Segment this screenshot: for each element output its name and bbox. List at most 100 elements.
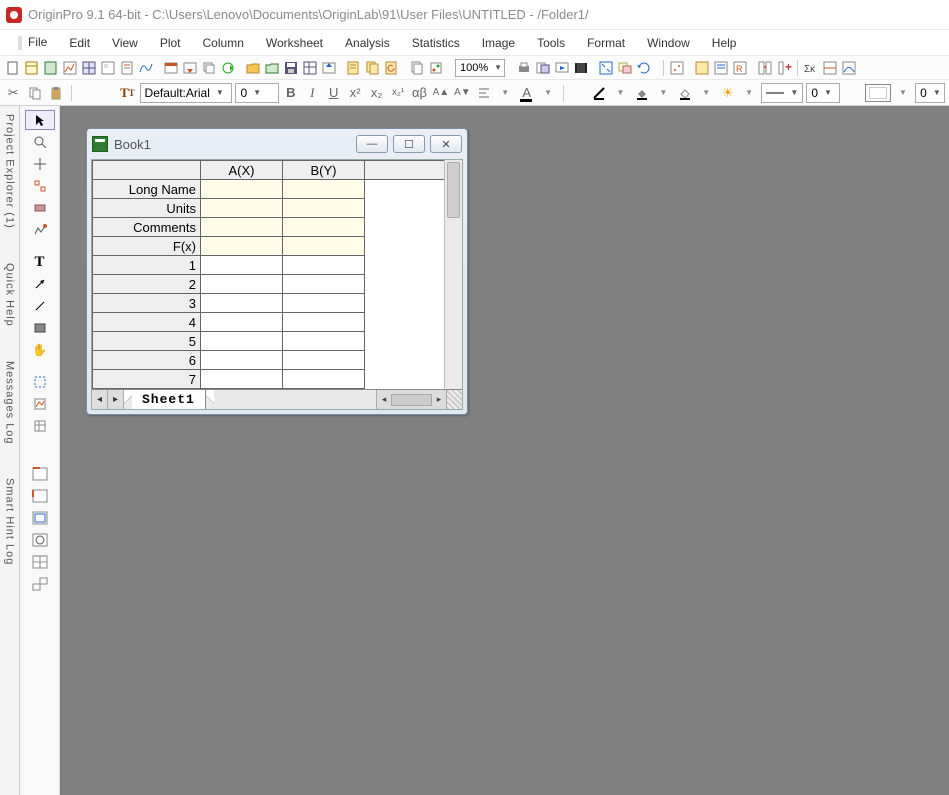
- scroll-thumb[interactable]: [447, 162, 460, 218]
- fill-color-drop-icon[interactable]: ▼: [654, 83, 672, 103]
- insert-graph-icon[interactable]: [25, 394, 55, 414]
- swatch-drop-icon[interactable]: ▼: [894, 83, 912, 103]
- menu-worksheet[interactable]: Worksheet: [256, 33, 333, 53]
- roi-tool-icon[interactable]: [25, 372, 55, 392]
- light-drop-icon[interactable]: ▼: [740, 83, 758, 103]
- new-notes-icon[interactable]: [118, 59, 136, 77]
- hscroll-left[interactable]: ◂: [377, 394, 391, 405]
- dock-messages-log[interactable]: Messages Log: [4, 357, 16, 449]
- subscript-icon[interactable]: x₂: [367, 83, 385, 103]
- menu-plot[interactable]: Plot: [150, 33, 191, 53]
- menu-tools[interactable]: Tools: [527, 33, 575, 53]
- fill-color-icon[interactable]: [633, 83, 651, 103]
- line-tool-icon[interactable]: [25, 296, 55, 316]
- supersub-icon[interactable]: x₂¹: [389, 83, 407, 103]
- print-icon[interactable]: [515, 59, 533, 77]
- rect-tool-icon[interactable]: [25, 318, 55, 338]
- row-2[interactable]: 2: [93, 275, 201, 294]
- hscroll-right[interactable]: ▸: [432, 394, 446, 405]
- menu-edit[interactable]: Edit: [59, 33, 100, 53]
- graph-tool1-icon[interactable]: [25, 464, 55, 484]
- minimize-button[interactable]: —: [356, 135, 388, 153]
- stats-icon[interactable]: Σκ: [802, 59, 820, 77]
- align-icon[interactable]: [475, 83, 493, 103]
- duplicate-icon[interactable]: [534, 59, 552, 77]
- batch-icon[interactable]: [200, 59, 218, 77]
- new-project-icon[interactable]: [4, 59, 22, 77]
- greek-icon[interactable]: αβ: [410, 83, 428, 103]
- menu-file[interactable]: File: [8, 32, 57, 53]
- zoom-tool-icon[interactable]: [25, 132, 55, 152]
- new-excel-icon[interactable]: [42, 59, 60, 77]
- color-swatch[interactable]: [865, 84, 891, 102]
- maximize-button[interactable]: ☐: [393, 135, 425, 153]
- code-builder-icon[interactable]: [693, 59, 711, 77]
- new-workbook-icon[interactable]: [23, 59, 41, 77]
- cut-icon[interactable]: ✂: [4, 83, 22, 103]
- column-header-b[interactable]: B(Y): [283, 161, 365, 180]
- align-drop-icon[interactable]: ▼: [496, 83, 514, 103]
- worksheet-grid[interactable]: A(X) B(Y) Long Name Units Comments F(x) …: [92, 160, 444, 389]
- digitizer-icon[interactable]: [668, 59, 686, 77]
- grid-corner[interactable]: [93, 161, 201, 180]
- import-multi-icon[interactable]: [364, 59, 382, 77]
- row-7[interactable]: 7: [93, 370, 201, 389]
- new-graph-icon[interactable]: [61, 59, 79, 77]
- mask-icon[interactable]: [821, 59, 839, 77]
- zoom-select[interactable]: 100%▼: [455, 59, 505, 77]
- import-single-icon[interactable]: [345, 59, 363, 77]
- copy-icon[interactable]: [25, 83, 43, 103]
- save-template-icon[interactable]: [181, 59, 199, 77]
- row-5[interactable]: 5: [93, 332, 201, 351]
- line-color-drop-icon[interactable]: ▼: [611, 83, 629, 103]
- menu-image[interactable]: Image: [472, 33, 525, 53]
- open-icon[interactable]: [244, 59, 262, 77]
- rescale-icon[interactable]: [597, 59, 615, 77]
- row-units[interactable]: Units: [93, 199, 201, 218]
- font-size-select[interactable]: 0▼: [235, 83, 278, 103]
- bold-icon[interactable]: B: [282, 83, 300, 103]
- function-plot-icon[interactable]: [137, 59, 155, 77]
- row-comments[interactable]: Comments: [93, 218, 201, 237]
- row-fx[interactable]: F(x): [93, 237, 201, 256]
- pattern-icon[interactable]: [676, 83, 694, 103]
- line-style-select[interactable]: ▼: [761, 83, 803, 103]
- save-all-icon[interactable]: [301, 59, 319, 77]
- row-6[interactable]: 6: [93, 351, 201, 370]
- row-longname[interactable]: Long Name: [93, 180, 201, 199]
- transfer-icon[interactable]: [756, 59, 774, 77]
- graph-tool4-icon[interactable]: [25, 530, 55, 550]
- add-layer-icon[interactable]: [616, 59, 634, 77]
- font-color-drop-icon[interactable]: ▼: [539, 83, 557, 103]
- graph-tool2-icon[interactable]: [25, 486, 55, 506]
- slideshow-icon[interactable]: [553, 59, 571, 77]
- dock-project-explorer[interactable]: Project Explorer (1): [4, 110, 16, 233]
- graph-tool6-icon[interactable]: [25, 574, 55, 594]
- resize-grip[interactable]: [446, 390, 462, 409]
- increase-font-icon[interactable]: A▲: [432, 83, 450, 103]
- mask-tool-icon[interactable]: [25, 198, 55, 218]
- italic-icon[interactable]: I: [303, 83, 321, 103]
- menu-view[interactable]: View: [102, 33, 148, 53]
- graph-tool5-icon[interactable]: [25, 552, 55, 572]
- new-layout-icon[interactable]: [99, 59, 117, 77]
- sheet-tab[interactable]: Sheet1: [132, 390, 206, 409]
- light-icon[interactable]: ☀: [718, 83, 736, 103]
- workbook-window[interactable]: Book1 — ☐ ✕ A(X) B(Y): [86, 128, 468, 415]
- dock-smart-hint[interactable]: Smart Hint Log: [4, 474, 16, 569]
- add-column-icon[interactable]: +: [775, 59, 793, 77]
- menu-format[interactable]: Format: [577, 33, 635, 53]
- new-matrix-icon[interactable]: [80, 59, 98, 77]
- line-color-icon[interactable]: [590, 83, 608, 103]
- graph-tool3-icon[interactable]: [25, 508, 55, 528]
- swatch-width-select[interactable]: 0▼: [915, 83, 945, 103]
- paste-icon[interactable]: [47, 83, 65, 103]
- data-selector-icon[interactable]: [25, 176, 55, 196]
- fit-icon[interactable]: [840, 59, 858, 77]
- labtalk-icon[interactable]: [712, 59, 730, 77]
- pattern-drop-icon[interactable]: ▼: [697, 83, 715, 103]
- font-tt-icon[interactable]: TT: [118, 83, 136, 103]
- text-tool-icon[interactable]: T: [25, 252, 55, 272]
- menu-statistics[interactable]: Statistics: [402, 33, 470, 53]
- refresh-icon[interactable]: [635, 59, 653, 77]
